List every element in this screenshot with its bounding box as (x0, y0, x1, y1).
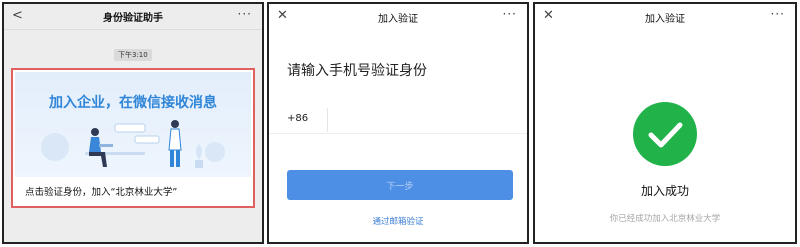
divider (327, 108, 328, 132)
chat-header: < 身份验证助手 ··· (4, 4, 262, 30)
more-icon[interactable]: ··· (238, 7, 252, 21)
close-icon[interactable]: ✕ (277, 8, 288, 23)
more-icon[interactable]: ··· (771, 7, 785, 21)
success-check-icon (633, 102, 697, 166)
email-verify-link[interactable]: 通过邮箱验证 (269, 215, 527, 227)
success-title: 加入成功 (640, 184, 689, 198)
checkmark-icon (648, 122, 683, 148)
card-caption: 点击验证身份，加入“北京林业大学” (25, 187, 178, 198)
phone-row: +86 (269, 104, 527, 134)
success-header-title: 加入验证 (645, 13, 685, 25)
country-code-selector[interactable]: +86 (287, 113, 308, 124)
card-banner: 加入企业，在微信接收消息 (15, 72, 251, 177)
success-subtitle: 你已经成功加入北京林业大学 (609, 214, 721, 224)
verify-title: 加入验证 (378, 13, 418, 25)
phone-verify-panel: ✕ 加入验证 ··· 请输入手机号验证身份 +86 下一步 通过邮箱验证 (267, 2, 529, 244)
success-header: ✕ 加入验证 ··· (535, 4, 795, 30)
chat-title: 身份验证助手 (103, 13, 163, 24)
card-headline: 加入企业，在微信接收消息 (49, 95, 217, 111)
success-panel: ✕ 加入验证 ··· 加入成功 你已经成功加入北京林业大学 (533, 2, 797, 244)
back-icon[interactable]: < (12, 8, 23, 23)
verification-card[interactable]: 加入企业，在微信接收消息 点击验证身份，加入“北京林业大学” (11, 68, 255, 208)
card-illustration (41, 120, 225, 168)
more-icon[interactable]: ··· (503, 7, 517, 21)
message-timestamp: 下午3:10 (114, 49, 152, 61)
verify-header: ✕ 加入验证 ··· (269, 4, 527, 30)
next-button[interactable]: 下一步 (287, 170, 513, 200)
phone-input[interactable] (335, 106, 515, 132)
phone-prompt: 请输入手机号验证身份 (287, 63, 427, 79)
chat-panel: < 身份验证助手 ··· 下午3:10 加入企业，在微信接收消息 点击验证身份，… (2, 2, 264, 244)
close-icon[interactable]: ✕ (543, 8, 554, 23)
